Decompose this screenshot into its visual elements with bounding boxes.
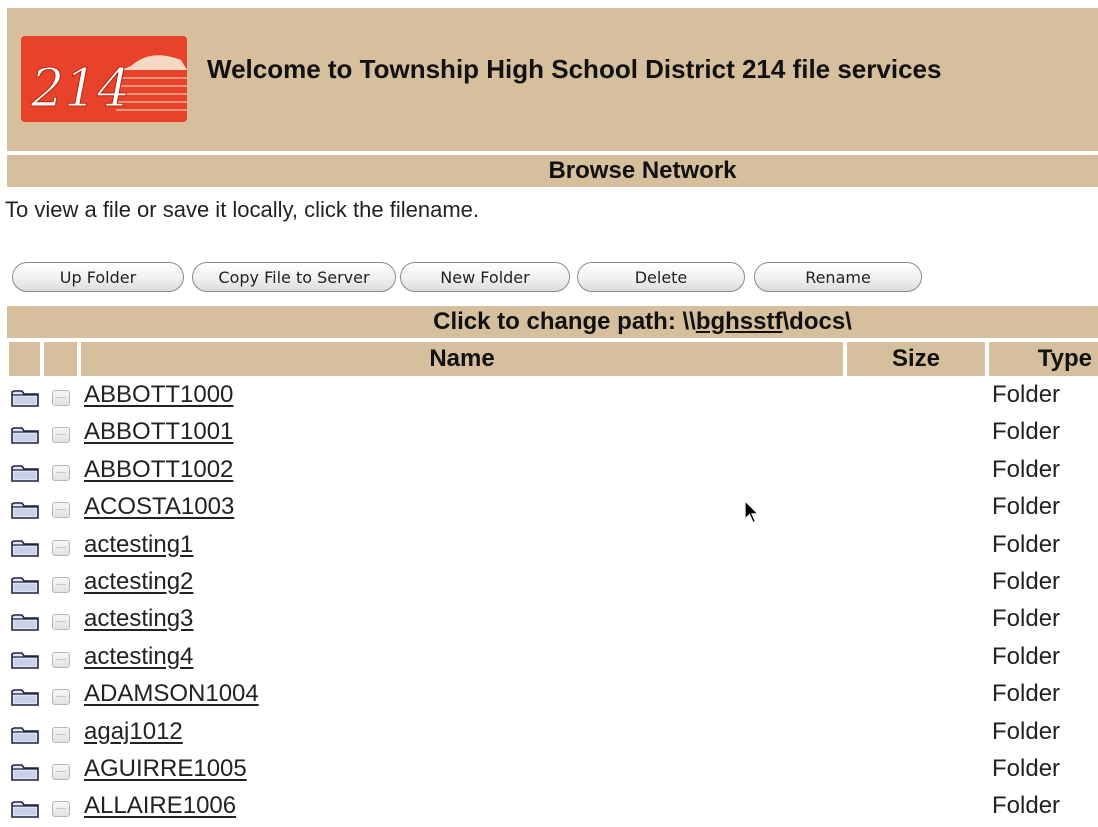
folder-icon [11, 689, 39, 706]
table-row: ACOSTA1003 Folder [0, 490, 1098, 527]
path-rest: \docs\ [782, 308, 852, 335]
header-icon-column [9, 342, 40, 376]
file-type: Folder [992, 605, 1061, 633]
new-folder-button[interactable]: New Folder [400, 262, 570, 292]
district-logo: 214 [21, 36, 187, 122]
table-row: AGUIRRE1005 Folder [0, 752, 1098, 789]
table-row: agaj1012 Folder [0, 715, 1098, 752]
up-folder-button[interactable]: Up Folder [12, 262, 184, 292]
row-checkbox[interactable] [52, 726, 70, 743]
header-select-column [44, 342, 77, 376]
file-name-link[interactable]: ADAMSON1004 [84, 680, 259, 708]
row-checkbox[interactable] [52, 390, 70, 406]
folder-icon [11, 614, 39, 632]
file-type: Folder [992, 717, 1061, 745]
file-name-link[interactable]: actesting4 [84, 643, 193, 671]
row-checkbox[interactable] [52, 502, 70, 519]
instructions-text: To view a file or save it locally, click… [5, 197, 479, 222]
path-host-link[interactable]: bghsstf [696, 308, 783, 336]
folder-icon [11, 764, 39, 781]
file-name-link[interactable]: ABBOTT1002 [84, 456, 233, 484]
file-name-link[interactable]: AGUIRRE1005 [84, 755, 247, 783]
folder-icon [11, 726, 39, 744]
file-type: Folder [992, 754, 1061, 782]
folder-icon [11, 651, 39, 669]
folder-icon [11, 464, 39, 482]
row-checkbox[interactable] [52, 576, 70, 593]
table-row: ABBOTT1000 Folder [0, 378, 1098, 415]
row-checkbox[interactable] [52, 427, 70, 444]
row-checkbox[interactable] [52, 464, 70, 481]
change-path-bar[interactable]: Click to change path: \\ bghsstf \docs\ [7, 306, 1098, 338]
table-row: actesting3 Folder [0, 602, 1098, 639]
file-type: Folder [992, 493, 1061, 521]
file-name-link[interactable]: ACOSTA1003 [84, 493, 234, 521]
table-row: ALLAIRE1006 Folder [0, 789, 1098, 826]
delete-button[interactable]: Delete [577, 262, 745, 292]
column-header-type[interactable]: Type [989, 342, 1098, 376]
copy-file-to-server-button[interactable]: Copy File to Server [192, 262, 396, 292]
file-name-link[interactable]: actesting2 [84, 568, 193, 596]
file-name-link[interactable]: actesting1 [84, 531, 193, 559]
column-header-name[interactable]: Name [81, 342, 843, 376]
file-name-link[interactable]: ALLAIRE1006 [84, 792, 236, 820]
file-name-link[interactable]: ABBOTT1001 [84, 418, 233, 446]
column-header-size[interactable]: Size [847, 342, 985, 376]
file-type: Folder [992, 792, 1061, 820]
rename-button[interactable]: Rename [754, 262, 922, 292]
row-checkbox[interactable] [52, 763, 70, 780]
folder-icon [11, 502, 39, 519]
file-name-link[interactable]: ABBOTT1000 [84, 381, 233, 409]
table-row: ABBOTT1001 Folder [0, 415, 1098, 452]
file-type: Folder [992, 530, 1061, 558]
section-title: Browse Network [7, 155, 1098, 187]
file-name-link[interactable]: agaj1012 [84, 718, 183, 746]
folder-icon [11, 539, 39, 557]
folder-icon [11, 427, 39, 445]
row-checkbox[interactable] [52, 614, 70, 631]
folder-icon [11, 801, 39, 819]
mouse-pointer-icon [744, 500, 760, 524]
welcome-title: Welcome to Township High School District… [207, 54, 942, 84]
table-row: actesting2 Folder [0, 565, 1098, 602]
file-name-link[interactable]: actesting3 [84, 605, 193, 633]
table-row: actesting4 Folder [0, 640, 1098, 677]
svg-text:214: 214 [30, 59, 130, 119]
folder-icon [11, 390, 39, 407]
file-type: Folder [992, 642, 1061, 670]
file-list: ABBOTT1000 Folder ABBOTT1001 Folder ABBOTT10… [0, 378, 1098, 827]
file-type: Folder [992, 455, 1061, 483]
table-row: ABBOTT1002 Folder [0, 453, 1098, 490]
row-checkbox[interactable] [52, 689, 70, 706]
header-banner: 214 Welcome to Township High School Dist… [7, 8, 1098, 151]
file-type: Folder [992, 418, 1061, 446]
row-checkbox[interactable] [52, 539, 70, 556]
table-row: actesting1 Folder [0, 528, 1098, 565]
folder-icon [11, 577, 39, 594]
row-checkbox[interactable] [52, 801, 70, 818]
file-type: Folder [992, 680, 1061, 708]
path-label: Click to change path: \\ [433, 308, 696, 335]
file-type: Folder [992, 381, 1061, 408]
table-row: ADAMSON1004 Folder [0, 677, 1098, 714]
file-type: Folder [992, 567, 1061, 595]
row-checkbox[interactable] [52, 651, 70, 668]
